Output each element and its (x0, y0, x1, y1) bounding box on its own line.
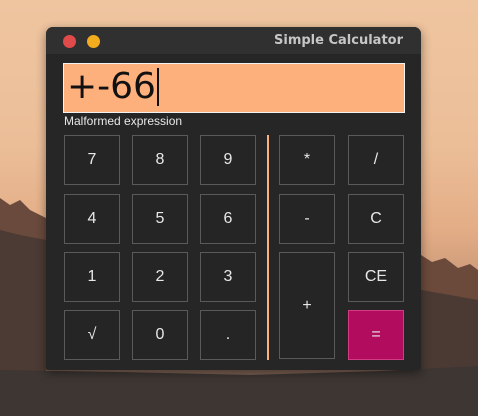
key-decimal[interactable]: . (200, 310, 256, 360)
expression-display[interactable]: +-66 (63, 63, 405, 113)
title-bar[interactable]: Simple Calculator (46, 27, 421, 54)
key-2[interactable]: 2 (132, 252, 188, 302)
key-1[interactable]: 1 (64, 252, 120, 302)
keypad-divider (267, 135, 269, 360)
key-plus[interactable]: + (279, 252, 335, 359)
key-0[interactable]: 0 (132, 310, 188, 360)
key-9[interactable]: 9 (200, 135, 256, 185)
key-minus[interactable]: - (279, 194, 335, 244)
key-divide[interactable]: / (348, 135, 404, 185)
key-4[interactable]: 4 (64, 194, 120, 244)
key-6[interactable]: 6 (200, 194, 256, 244)
clear-entry-button[interactable]: CE (348, 252, 404, 302)
key-sqrt[interactable]: √ (64, 310, 120, 360)
calculator-window: Simple Calculator +-66 Malformed express… (46, 27, 421, 370)
clear-button[interactable]: C (348, 194, 404, 244)
key-8[interactable]: 8 (132, 135, 188, 185)
key-5[interactable]: 5 (132, 194, 188, 244)
window-title: Simple Calculator (274, 33, 403, 48)
key-multiply[interactable]: * (279, 135, 335, 185)
close-button[interactable] (63, 35, 76, 48)
status-message: Malformed expression (64, 114, 183, 128)
text-caret (157, 68, 159, 106)
display-value: +-66 (67, 66, 156, 107)
equals-button[interactable]: = (348, 310, 404, 360)
key-3[interactable]: 3 (200, 252, 256, 302)
key-7[interactable]: 7 (64, 135, 120, 185)
minimize-button[interactable] (87, 35, 100, 48)
